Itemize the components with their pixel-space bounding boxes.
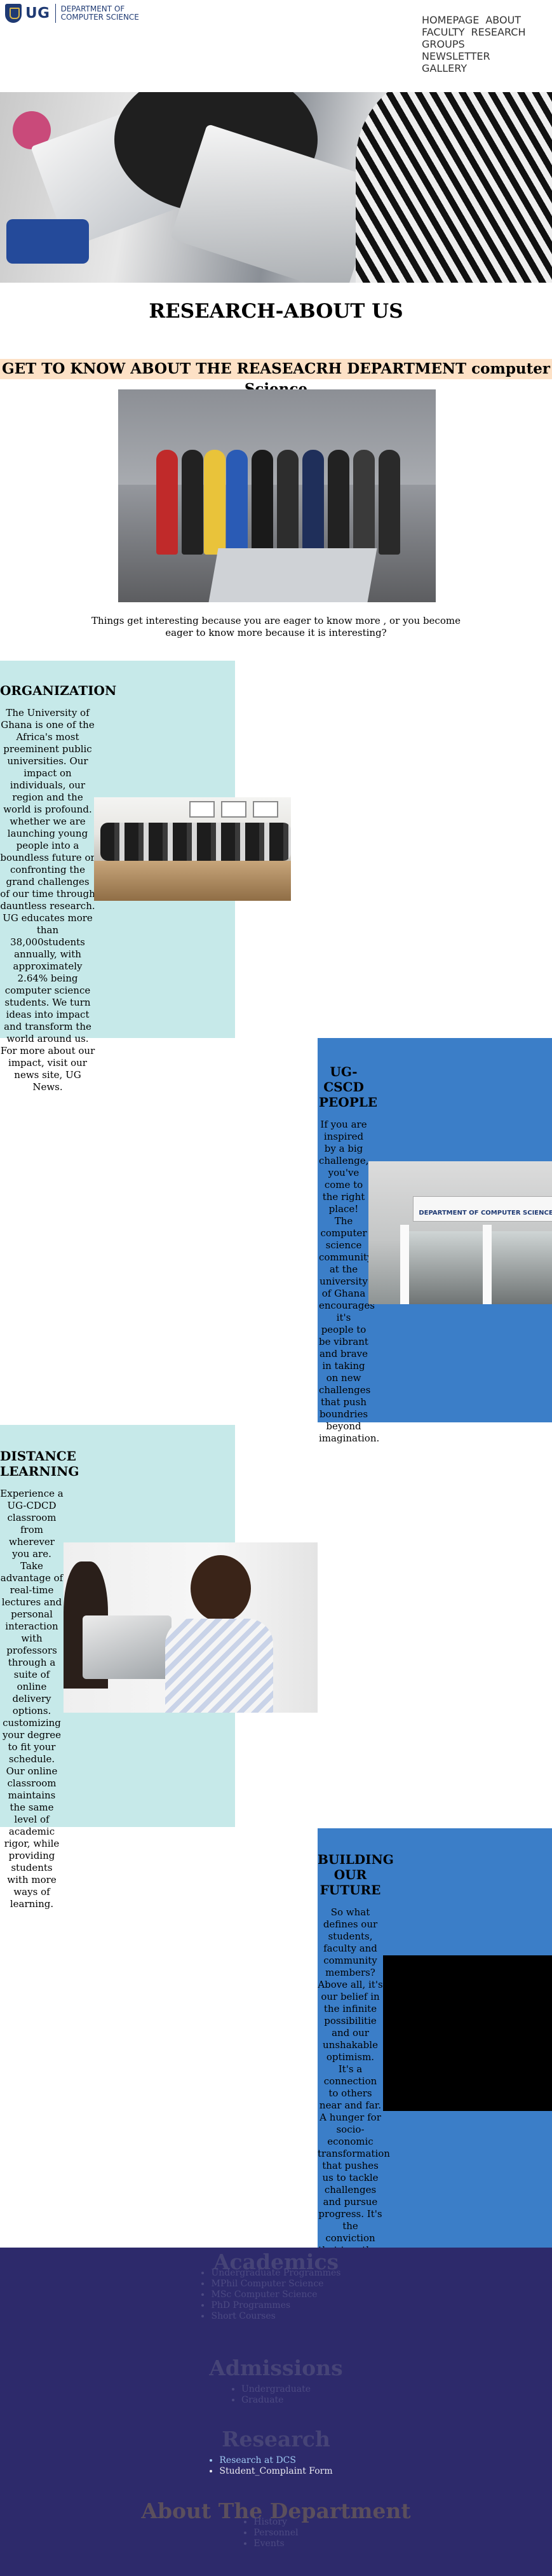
footer-link[interactable]: Undergraduate	[241, 2384, 311, 2395]
hero-laptop-center	[170, 123, 383, 283]
footer-link[interactable]: Events	[253, 2539, 298, 2549]
people-body: If you are inspired by a big challenge, …	[319, 1119, 380, 1444]
photo-student-body	[165, 1619, 273, 1713]
footer-link[interactable]: MSc Computer Science	[211, 2289, 340, 2300]
footer-link[interactable]: Student_Complaint Form	[219, 2466, 332, 2477]
footer-academics-list: Undergraduate Programmes MPhil Computer …	[211, 2268, 340, 2322]
photo-person	[226, 450, 248, 555]
footer-admissions-list: Undergraduate Graduate	[241, 2384, 311, 2406]
nav-gallery[interactable]: GALLERY	[422, 62, 467, 74]
photo-table	[208, 548, 377, 602]
people-heading: UG-CSCD PEOPLE	[319, 1064, 378, 1110]
department-building-photo: DEPARTMENT OF COMPUTER SCIENCE	[368, 1161, 552, 1304]
hero-image	[0, 92, 552, 283]
organization-heading: ORGANIZATION	[0, 683, 117, 698]
logo-divider	[55, 4, 56, 23]
main-nav: HOMEPAGE ABOUT FACULTY RESEARCH GROUPS NEW…	[422, 14, 549, 74]
footer-link[interactable]: Undergraduate Programmes	[211, 2268, 340, 2279]
photo-person	[252, 450, 273, 555]
photo-window	[221, 801, 246, 818]
photo-person	[302, 450, 324, 555]
nav-newsletter[interactable]: NEWSLETTER	[422, 50, 490, 62]
photo-column	[400, 1225, 409, 1304]
video-player[interactable]	[383, 1955, 552, 2111]
distance-section: DISTANCE LEARNING Experience a UG-CDCD c…	[0, 1448, 79, 1910]
classroom-photo	[94, 797, 291, 901]
site-footer: Academics Undergraduate Programmes MPhil…	[0, 2248, 552, 2576]
crest-icon	[5, 4, 22, 23]
footer-link[interactable]: PhD Programmes	[211, 2300, 340, 2311]
footer-link[interactable]: MPhil Computer Science	[211, 2279, 340, 2289]
nav-research[interactable]: RESEARCH	[471, 26, 526, 38]
distance-heading: DISTANCE LEARNING	[0, 1448, 79, 1479]
photo-person	[156, 450, 178, 555]
nav-homepage[interactable]: HOMEPAGE	[422, 14, 479, 26]
hero-shape-blue	[6, 219, 89, 264]
footer-academics: Academics Undergraduate Programmes MPhil…	[0, 2249, 552, 2322]
footer-research-list: Research at DCS Student_Complaint Form	[219, 2455, 332, 2477]
future-heading: BUILDING OUR FUTURE	[318, 1852, 394, 1898]
footer-about-list: History Personnel Events	[253, 2517, 298, 2549]
building-sign: DEPARTMENT OF COMPUTER SCIENCE	[413, 1196, 552, 1222]
photo-students	[100, 823, 291, 861]
footer-about: About The Department History Personnel E…	[0, 2498, 552, 2549]
photo-window	[189, 801, 215, 818]
photo-window	[253, 801, 278, 818]
nav-groups[interactable]: GROUPS	[422, 38, 465, 50]
footer-admissions: Admissions Undergraduate Graduate	[0, 2356, 552, 2406]
hero-person-right	[356, 92, 552, 283]
photo-person	[353, 450, 375, 555]
photo-person	[182, 450, 203, 555]
photo-person	[277, 450, 299, 555]
nav-about[interactable]: ABOUT	[485, 14, 521, 26]
intro-banner: GET TO KNOW ABOUT THE REASEACRH DEPARTME…	[0, 359, 552, 398]
page-title: RESEARCH-ABOUT US	[149, 300, 403, 323]
department-name: DEPARTMENT OF COMPUTER SCIENCE	[61, 5, 139, 22]
photo-person	[379, 450, 400, 555]
group-photo	[118, 389, 436, 602]
nav-faculty[interactable]: FACULTY	[422, 26, 465, 38]
footer-research: Research Research at DCS Student_Complai…	[0, 2427, 552, 2477]
distance-learning-photo	[64, 1542, 318, 1713]
photo-desk	[94, 861, 291, 901]
footer-research-heading: Research	[222, 2427, 330, 2451]
site-header: UG DEPARTMENT OF COMPUTER SCIENCE HOMEPA…	[0, 0, 552, 92]
organization-section: ORGANIZATION The University of Ghana is …	[0, 683, 117, 1093]
photo-person	[204, 450, 226, 555]
intro-text: Things get interesting because you are e…	[91, 615, 461, 638]
people-section: UG-CSCD PEOPLE If you are inspired by a …	[319, 1064, 380, 1445]
distance-body: Experience a UG-CDCD classroom from wher…	[0, 1488, 64, 1910]
footer-link[interactable]: Personnel	[253, 2528, 298, 2539]
footer-admissions-heading: Admissions	[209, 2356, 343, 2380]
photo-person	[328, 450, 349, 555]
photo-entrance	[407, 1231, 552, 1304]
footer-link[interactable]: Research at DCS	[219, 2455, 332, 2466]
footer-link[interactable]: Short Courses	[211, 2311, 340, 2322]
photo-column	[483, 1225, 492, 1304]
university-logo[interactable]: UG DEPARTMENT OF COMPUTER SCIENCE	[5, 4, 139, 23]
footer-link[interactable]: History	[253, 2517, 298, 2528]
logo-text: UG	[25, 5, 50, 22]
organization-body: The University of Ghana is one of the Af…	[0, 707, 95, 1093]
photo-student-head	[191, 1555, 251, 1622]
dept-line-2: COMPUTER SCIENCE	[60, 13, 139, 22]
photo-laptop	[83, 1615, 172, 1679]
footer-link[interactable]: Graduate	[241, 2395, 311, 2406]
